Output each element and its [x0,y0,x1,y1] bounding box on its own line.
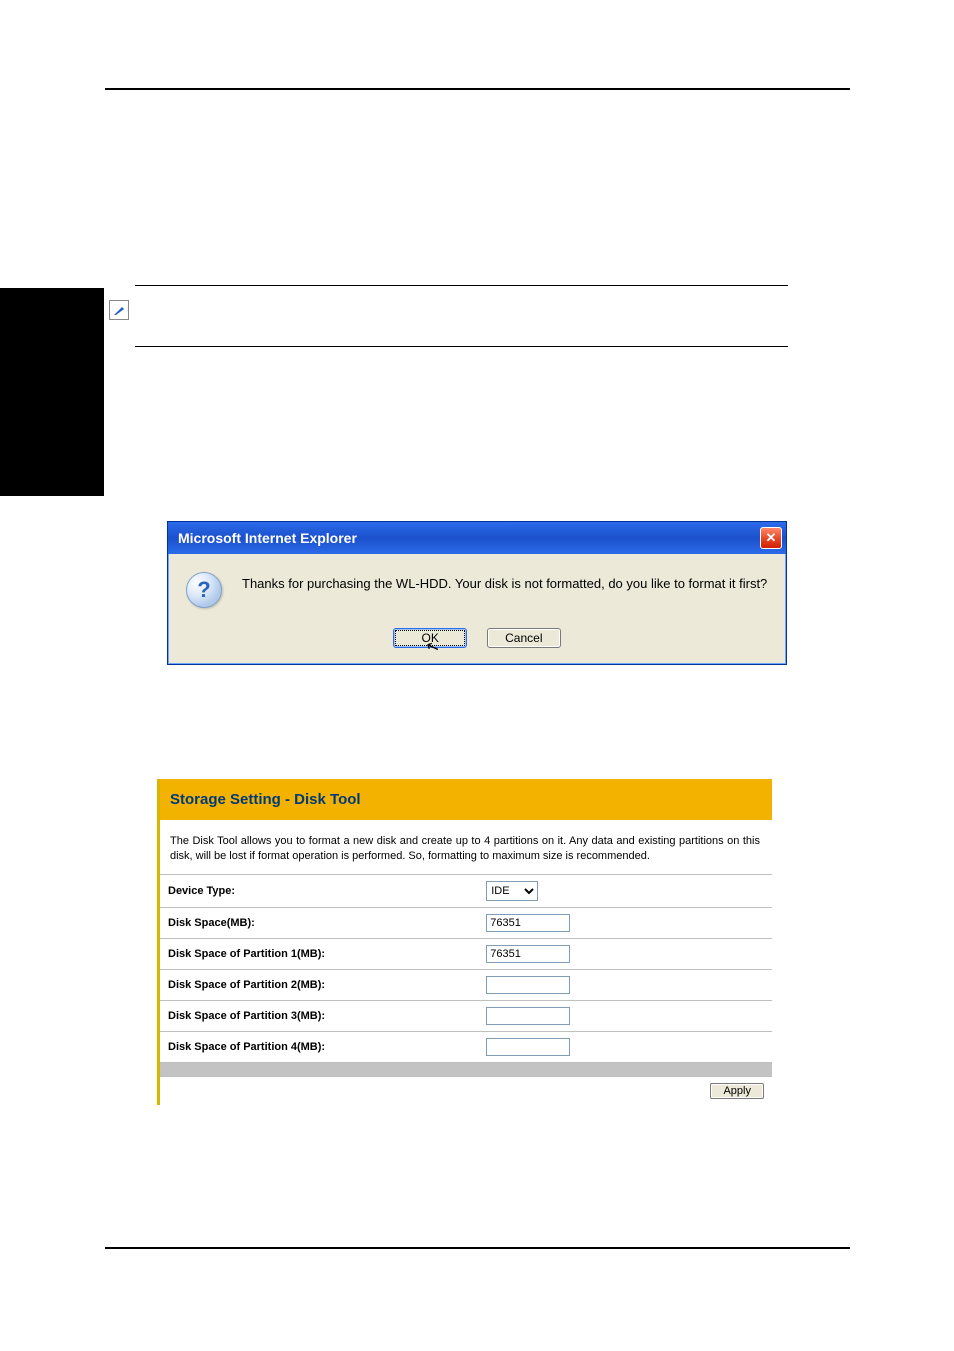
label-p1: Disk Space of Partition 1(MB): [160,938,478,969]
label-p2: Disk Space of Partition 2(MB): [160,969,478,1000]
close-icon[interactable]: ✕ [760,527,782,549]
cancel-button[interactable]: Cancel [487,628,561,648]
row-partition-1: Disk Space of Partition 1(MB): [160,938,772,969]
ok-button[interactable]: OK [393,628,467,648]
dialog-titlebar: Microsoft Internet Explorer ✕ [168,522,786,554]
page-top-rule [105,88,850,90]
row-partition-3: Disk Space of Partition 3(MB): [160,1000,772,1031]
dialog-message: Thanks for purchasing the WL-HDD. Your d… [242,572,767,591]
p4-input[interactable] [486,1038,570,1056]
pencil-note-icon [109,300,129,320]
separator-bar [160,1062,772,1076]
device-type-select[interactable]: IDE [486,881,538,901]
disk-tool-form: Device Type: IDE Disk Space(MB): Disk Sp… [160,874,772,1105]
label-p4: Disk Space of Partition 4(MB): [160,1031,478,1062]
question-icon: ? [186,572,222,608]
p2-input[interactable] [486,976,570,994]
p1-input[interactable] [486,945,570,963]
dialog-title: Microsoft Internet Explorer [178,530,357,546]
panel-title: Storage Setting - Disk Tool [160,779,772,820]
disk-space-input[interactable] [486,914,570,932]
label-device-type: Device Type: [160,874,478,907]
ie-dialog: Microsoft Internet Explorer ✕ ? Thanks f… [167,521,787,665]
row-partition-4: Disk Space of Partition 4(MB): [160,1031,772,1062]
row-partition-2: Disk Space of Partition 2(MB): [160,969,772,1000]
margin-black-box [0,288,104,496]
disk-tool-panel: Storage Setting - Disk Tool The Disk Too… [157,779,772,1105]
p3-input[interactable] [486,1007,570,1025]
row-disk-space: Disk Space(MB): [160,907,772,938]
apply-button[interactable]: Apply [710,1083,764,1099]
row-device-type: Device Type: IDE [160,874,772,907]
label-disk-space: Disk Space(MB): [160,907,478,938]
note-box [135,285,788,347]
apply-row: Apply [160,1076,772,1105]
page-bottom-rule [105,1247,850,1249]
label-p3: Disk Space of Partition 3(MB): [160,1000,478,1031]
panel-description: The Disk Tool allows you to format a new… [160,820,772,874]
